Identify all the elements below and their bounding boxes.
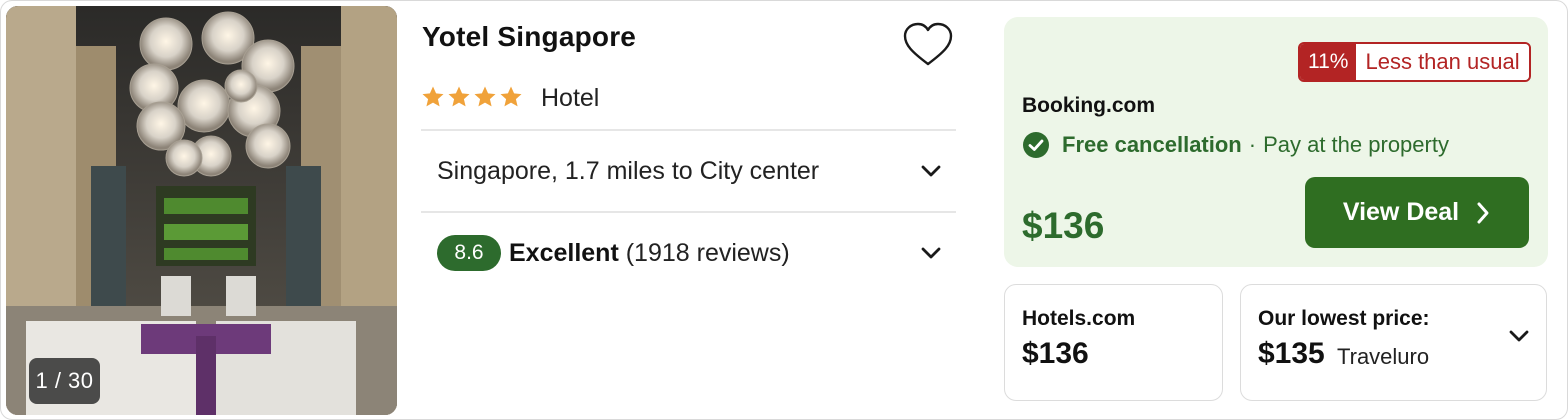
view-deal-button[interactable]: View Deal (1305, 177, 1529, 248)
rating-summary: Excellent (1918 reviews) (509, 239, 790, 268)
location-row[interactable]: Singapore, 1.7 miles to City center (421, 131, 956, 211)
view-deal-label: View Deal (1342, 198, 1460, 226)
alt-offer-hotels-com[interactable]: Hotels.com $136 (1004, 284, 1223, 401)
star-icon (448, 86, 470, 107)
score-badge: 8.6 (437, 235, 501, 271)
lowest-price-value: $135 (1258, 337, 1325, 370)
star-icon (422, 86, 444, 107)
lobby-image (6, 6, 397, 415)
review-count: (1918 reviews) (625, 238, 790, 267)
price-drop-badge: 11% Less than usual (1298, 42, 1531, 82)
alt-offer-price: $136 (1022, 337, 1089, 370)
separator-dot: · (1248, 132, 1257, 157)
featured-deal[interactable]: 11% Less than usual Booking.com Free can… (1004, 17, 1548, 267)
lowest-price-box[interactable]: Our lowest price: $135 Traveluro (1240, 284, 1547, 401)
star-icon (474, 86, 496, 107)
hotel-type: Hotel (541, 84, 600, 112)
chevron-down-icon[interactable] (918, 158, 944, 184)
discount-percent: 11% (1300, 44, 1357, 80)
photo-counter: 1 / 30 (29, 358, 100, 404)
chevron-down-icon[interactable] (1506, 323, 1532, 349)
location-text: Singapore, 1.7 miles to City center (437, 156, 820, 185)
chevron-down-icon[interactable] (918, 240, 944, 266)
cancellation-info: Free cancellation · Pay at the property (1022, 131, 1449, 159)
check-circle-icon (1023, 132, 1049, 158)
deal-provider: Booking.com (1022, 94, 1156, 117)
lowest-price-label: Our lowest price: (1258, 307, 1430, 330)
star-rating (421, 85, 523, 109)
deal-price: $136 (1022, 205, 1105, 246)
hotel-result-card: 1 / 30 Yotel Singapore Hotel Singapore, … (0, 0, 1568, 420)
star-icon (500, 86, 522, 107)
hotel-name[interactable]: Yotel Singapore (422, 21, 636, 53)
rating-label: Excellent (509, 238, 619, 267)
lowest-price-provider: Traveluro (1337, 344, 1430, 369)
discount-label: Less than usual (1356, 44, 1529, 80)
chevron-right-icon (1477, 202, 1489, 223)
hotel-photo[interactable]: 1 / 30 (6, 6, 397, 415)
free-cancellation: Free cancellation (1062, 132, 1242, 157)
rating-row[interactable]: 8.6 Excellent (1918 reviews) (421, 213, 956, 293)
payment-info: Pay at the property (1263, 132, 1449, 157)
alt-offer-provider: Hotels.com (1022, 307, 1136, 330)
heart-outline-icon[interactable] (901, 21, 955, 69)
